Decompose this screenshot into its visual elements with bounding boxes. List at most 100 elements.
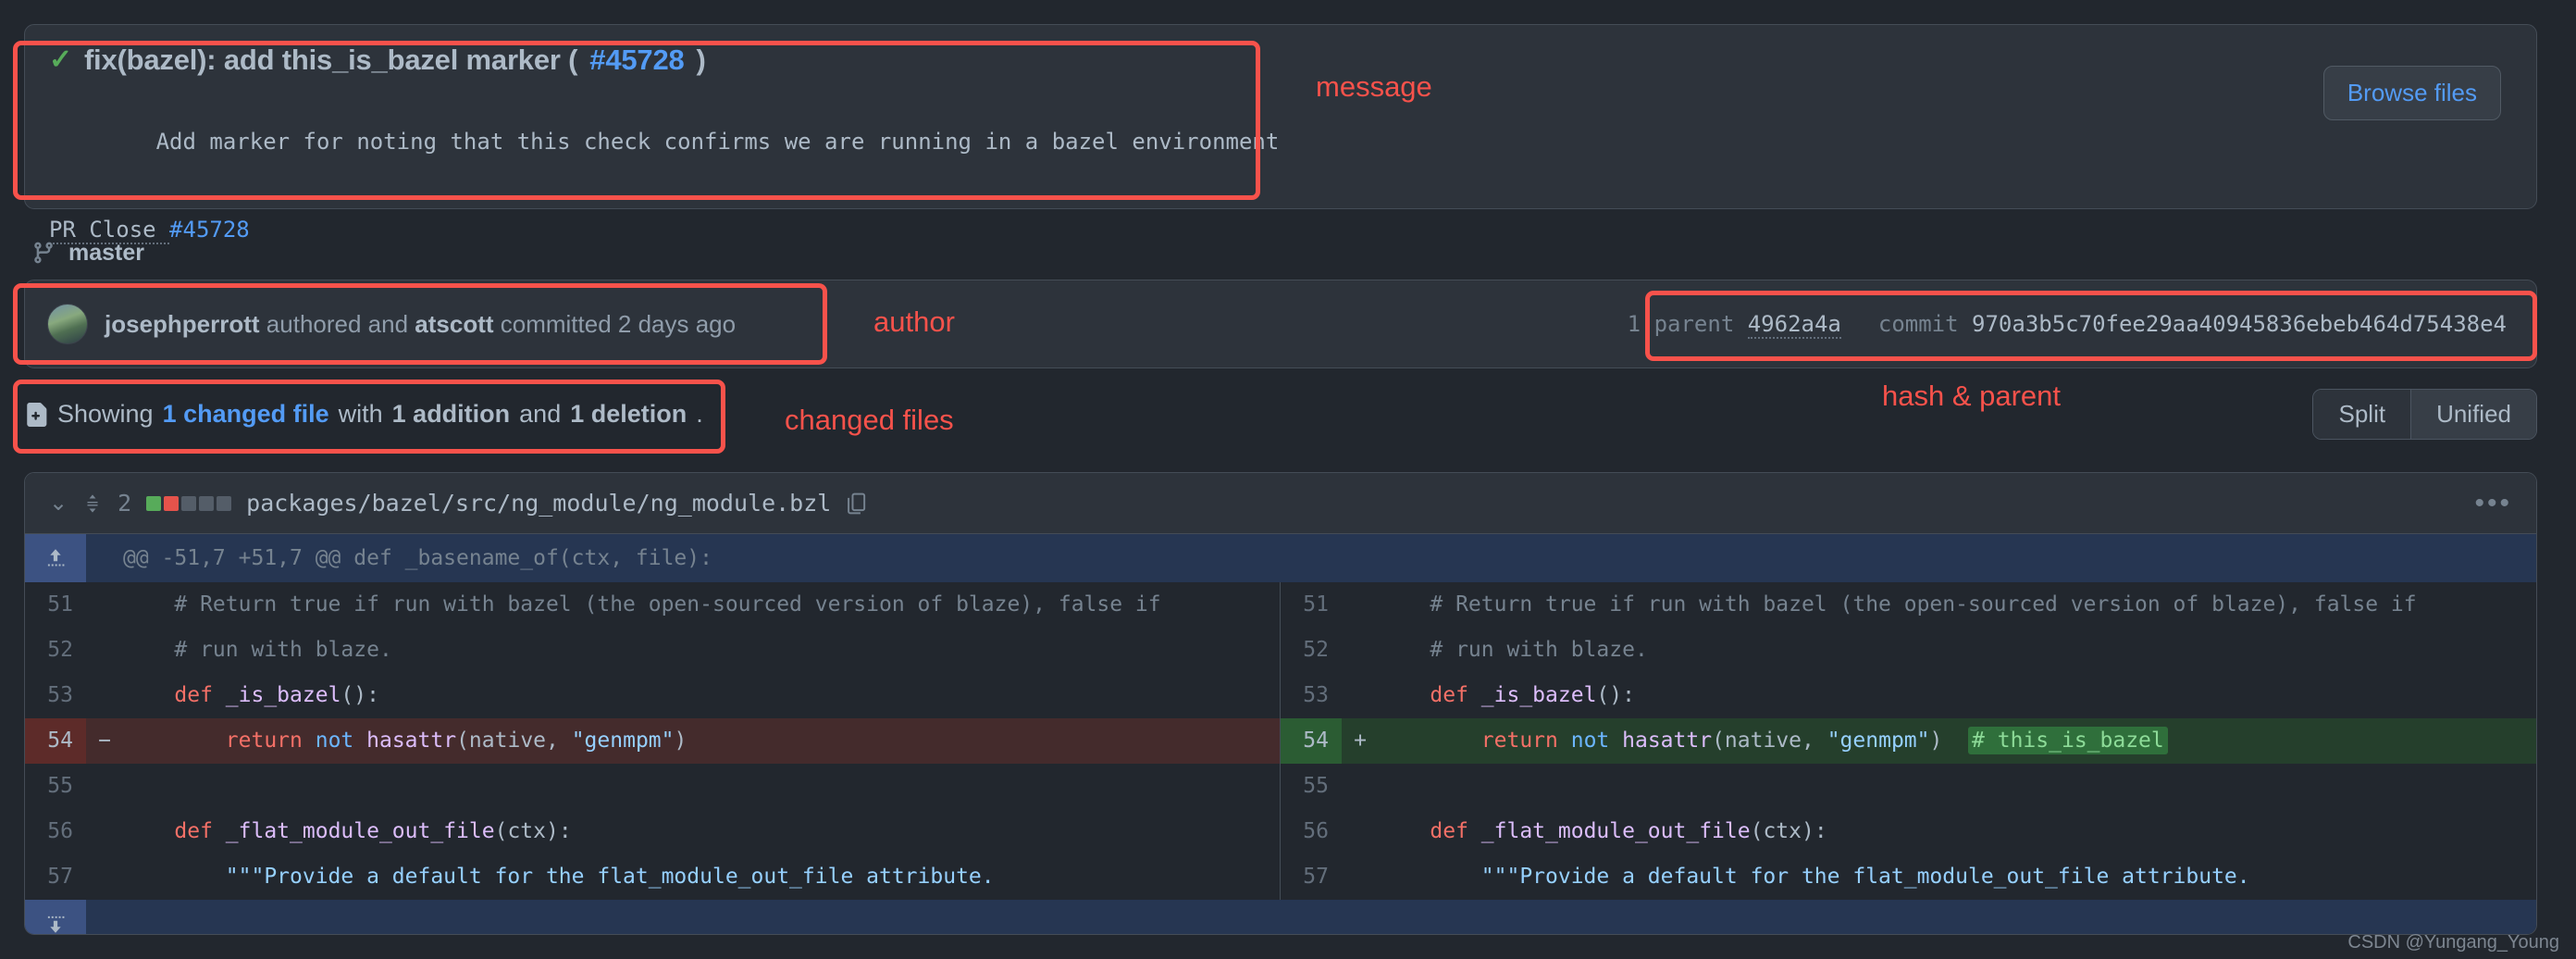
commit-title-suffix: ) xyxy=(697,44,706,77)
code-line-right: def _flat_module_out_file(ctx): xyxy=(1379,809,2536,854)
showing-period: . xyxy=(696,400,703,429)
line-number-left: 54 xyxy=(25,718,86,764)
code-line-right: return not hasattr(native, "genmpm") # t… xyxy=(1379,718,2536,764)
parent-hash[interactable]: 4962a4a xyxy=(1748,311,1841,339)
file-change-count: 2 xyxy=(118,490,131,517)
expand-up-button[interactable] xyxy=(25,534,86,582)
file-options-menu[interactable]: ••• xyxy=(2474,490,2512,517)
line-marker-left xyxy=(86,764,123,809)
diff-file-icon xyxy=(24,400,48,430)
branch-row: master xyxy=(31,239,144,267)
committed-text: committed 2 days ago xyxy=(494,310,737,338)
diff-panel: ⌄ 2 packages/bazel/src/ng_module/ng_modu… xyxy=(24,472,2537,935)
pr-close-link[interactable]: #45728 xyxy=(169,217,250,243)
code-line-left: def _flat_module_out_file(ctx): xyxy=(123,809,1280,854)
line-number-right: 54 xyxy=(1281,718,1342,764)
avatar[interactable] xyxy=(47,304,88,344)
table-row: 57 """Provide a default for the flat_mod… xyxy=(25,854,2536,900)
commit-message-card: ✓ fix(bazel): add this_is_bazel marker (… xyxy=(24,24,2537,209)
stat-block-neutral xyxy=(199,496,214,511)
code-line-left xyxy=(123,764,1280,809)
diff-view-toggle: Split Unified xyxy=(2312,389,2537,440)
author-text: josephperrott authored and atscott commi… xyxy=(105,310,736,339)
table-row: 52 # run with blaze. 52 # run with blaze… xyxy=(25,628,2536,673)
parent-info: 1 parent 4962a4a xyxy=(1628,311,1841,337)
code-line-right: # run with blaze. xyxy=(1379,628,2536,673)
diff-body: @@ -51,7 +51,7 @@ def _basename_of(ctx, … xyxy=(25,534,2536,935)
table-row: 53 def _is_bazel(): 53 def _is_bazel(): xyxy=(25,673,2536,718)
code-line-left: return not hasattr(native, "genmpm") xyxy=(123,718,1280,764)
line-marker-right xyxy=(1342,764,1379,809)
hash-box: 1 parent 4962a4a commit 970a3b5c70fee29a… xyxy=(1628,311,2514,337)
commit-title: ✓ fix(bazel): add this_is_bazel marker (… xyxy=(49,44,2512,77)
showing-summary: Showing 1 changed file with 1 addition a… xyxy=(24,400,703,430)
unified-view-button[interactable]: Unified xyxy=(2410,390,2536,439)
author-name[interactable]: josephperrott xyxy=(105,310,260,338)
diff-pane-right: 55 xyxy=(1281,764,2536,809)
changed-files-link[interactable]: 1 changed file xyxy=(163,400,329,429)
line-marker-right xyxy=(1342,673,1379,718)
code-line-left: def _is_bazel(): xyxy=(123,673,1280,718)
code-line-right: def _is_bazel(): xyxy=(1379,673,2536,718)
code-line-left: # run with blaze. xyxy=(123,628,1280,673)
authored-text: authored and xyxy=(260,310,415,338)
diff-pane-left: 53 def _is_bazel(): xyxy=(25,673,1281,718)
hunk-header-row: @@ -51,7 +51,7 @@ def _basename_of(ctx, … xyxy=(25,534,2536,582)
line-number-right: 52 xyxy=(1281,628,1342,673)
expand-down-row xyxy=(25,900,2536,935)
line-marker-left xyxy=(86,809,123,854)
stat-block-neutral xyxy=(181,496,196,511)
line-marker-left xyxy=(86,673,123,718)
stat-block-add xyxy=(146,496,161,511)
code-line-right: """Provide a default for the flat_module… xyxy=(1379,854,2536,900)
commit-page: ✓ fix(bazel): add this_is_bazel marker (… xyxy=(0,0,2576,959)
commit-label: commit xyxy=(1878,311,1959,337)
table-row: 55 55 xyxy=(25,764,2536,809)
line-number-left: 56 xyxy=(25,809,86,854)
diff-stat-blocks xyxy=(146,496,231,511)
diff-pane-right: 57 """Provide a default for the flat_mod… xyxy=(1281,854,2536,900)
diff-pane-left: 52 # run with blaze. xyxy=(25,628,1281,673)
chevron-down-icon[interactable]: ⌄ xyxy=(49,492,68,515)
line-number-right: 56 xyxy=(1281,809,1342,854)
expand-down-button[interactable] xyxy=(25,900,86,935)
line-number-left: 51 xyxy=(25,582,86,628)
diff-pane-left: 51 # Return true if run with bazel (the … xyxy=(25,582,1281,628)
commit-title-pr-link[interactable]: #45728 xyxy=(589,44,684,77)
commit-hash[interactable]: 970a3b5c70fee29aa40945836ebeb464d75438e4 xyxy=(1972,311,2507,337)
hunk-header-text: @@ -51,7 +51,7 @@ def _basename_of(ctx, … xyxy=(86,546,712,570)
author-info: josephperrott authored and atscott commi… xyxy=(47,304,736,344)
diff-pane-right: 53 def _is_bazel(): xyxy=(1281,673,2536,718)
branch-name[interactable]: master xyxy=(68,240,144,267)
line-marker-left xyxy=(86,628,123,673)
code-line-right: # Return true if run with bazel (the ope… xyxy=(1379,582,2536,628)
showing-with: with xyxy=(339,400,383,429)
showing-row: Showing 1 changed file with 1 addition a… xyxy=(24,389,2537,440)
code-line-left: # Return true if run with bazel (the ope… xyxy=(123,582,1280,628)
code-line-right xyxy=(1379,764,2536,809)
expand-down-icon xyxy=(43,910,68,935)
table-row: 54 − return not hasattr(native, "genmpm"… xyxy=(25,718,2536,764)
split-view-button[interactable]: Split xyxy=(2313,390,2410,439)
table-row: 56 def _flat_module_out_file(ctx): 56 de… xyxy=(25,809,2536,854)
line-marker-right xyxy=(1342,854,1379,900)
copy-icon[interactable] xyxy=(846,491,870,517)
additions-count: 1 addition xyxy=(392,400,511,429)
file-path[interactable]: packages/bazel/src/ng_module/ng_module.b… xyxy=(246,490,831,517)
committer-name[interactable]: atscott xyxy=(415,310,493,338)
commit-info: commit 970a3b5c70fee29aa40945836ebeb464d… xyxy=(1878,311,2507,337)
check-icon: ✓ xyxy=(49,46,72,74)
drag-handle-icon[interactable] xyxy=(82,490,103,517)
line-number-left: 52 xyxy=(25,628,86,673)
line-number-left: 57 xyxy=(25,854,86,900)
watermark: CSDN @Yungang_Young xyxy=(2347,932,2559,953)
line-marker-left xyxy=(86,582,123,628)
diff-pane-right: 52 # run with blaze. xyxy=(1281,628,2536,673)
showing-prefix: Showing xyxy=(57,400,154,429)
showing-and: and xyxy=(519,400,561,429)
line-marker-left xyxy=(86,854,123,900)
browse-files-button[interactable]: Browse files xyxy=(2323,66,2501,120)
commit-body: Add marker for noting that this check co… xyxy=(49,93,2512,311)
deletions-count: 1 deletion xyxy=(570,400,687,429)
annotation-label-hash: hash & parent xyxy=(1882,380,2061,413)
